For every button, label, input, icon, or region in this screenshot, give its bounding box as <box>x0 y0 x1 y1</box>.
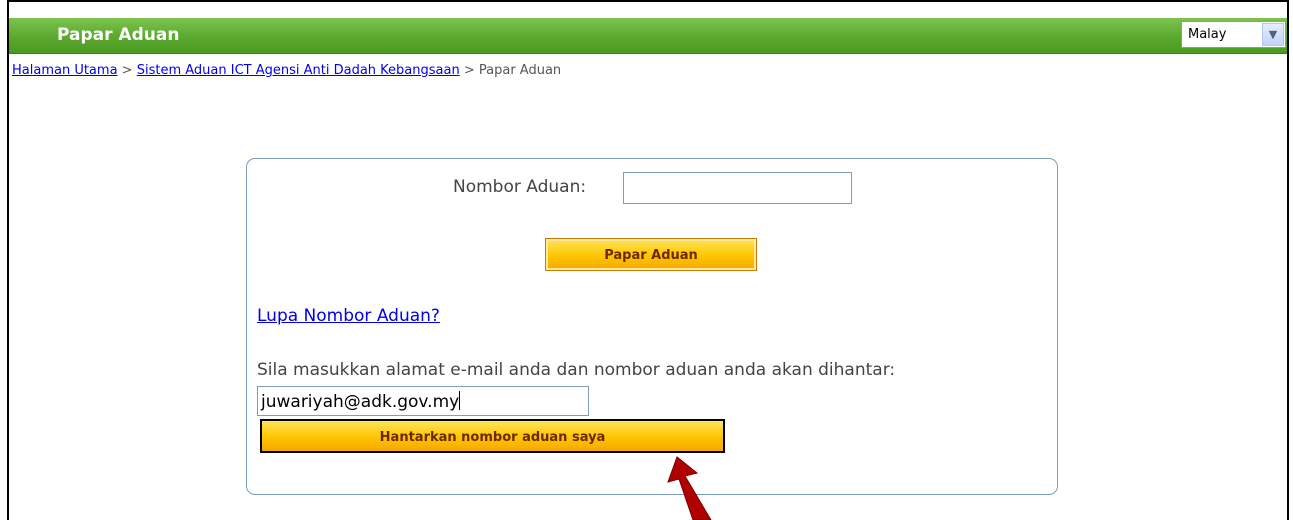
hantar-nombor-aduan-button[interactable]: Hantarkan nombor aduan saya <box>260 419 725 453</box>
breadcrumb-separator: > <box>121 63 133 78</box>
header-bar: Papar Aduan Malay ▼ <box>9 18 1287 54</box>
language-select-value: Malay <box>1188 27 1227 42</box>
breadcrumb-link-system[interactable]: Sistem Aduan ICT Agensi Anti Dadah Keban… <box>137 63 460 78</box>
lupa-nombor-aduan-link[interactable]: Lupa Nombor Aduan? <box>257 306 440 326</box>
breadcrumb-separator: > <box>463 63 475 78</box>
page-title: Papar Aduan <box>57 25 180 45</box>
text-cursor <box>459 391 461 410</box>
chevron-down-icon[interactable]: ▼ <box>1262 23 1284 46</box>
breadcrumb-current: Papar Aduan <box>478 63 562 78</box>
breadcrumb: Halaman Utama > Sistem Aduan ICT Agensi … <box>12 63 561 78</box>
language-select[interactable]: Malay ▼ <box>1181 21 1286 48</box>
email-input[interactable]: juwariyah@adk.gov.my <box>257 386 589 416</box>
nombor-aduan-label: Nombor Aduan: <box>453 177 587 197</box>
email-input-value: juwariyah@adk.gov.my <box>261 392 460 412</box>
email-instruction-text: Sila masukkan alamat e-mail anda dan nom… <box>257 360 896 380</box>
papar-aduan-button[interactable]: Papar Aduan <box>545 238 757 271</box>
breadcrumb-link-home[interactable]: Halaman Utama <box>12 63 118 78</box>
nombor-aduan-input[interactable] <box>623 172 852 204</box>
